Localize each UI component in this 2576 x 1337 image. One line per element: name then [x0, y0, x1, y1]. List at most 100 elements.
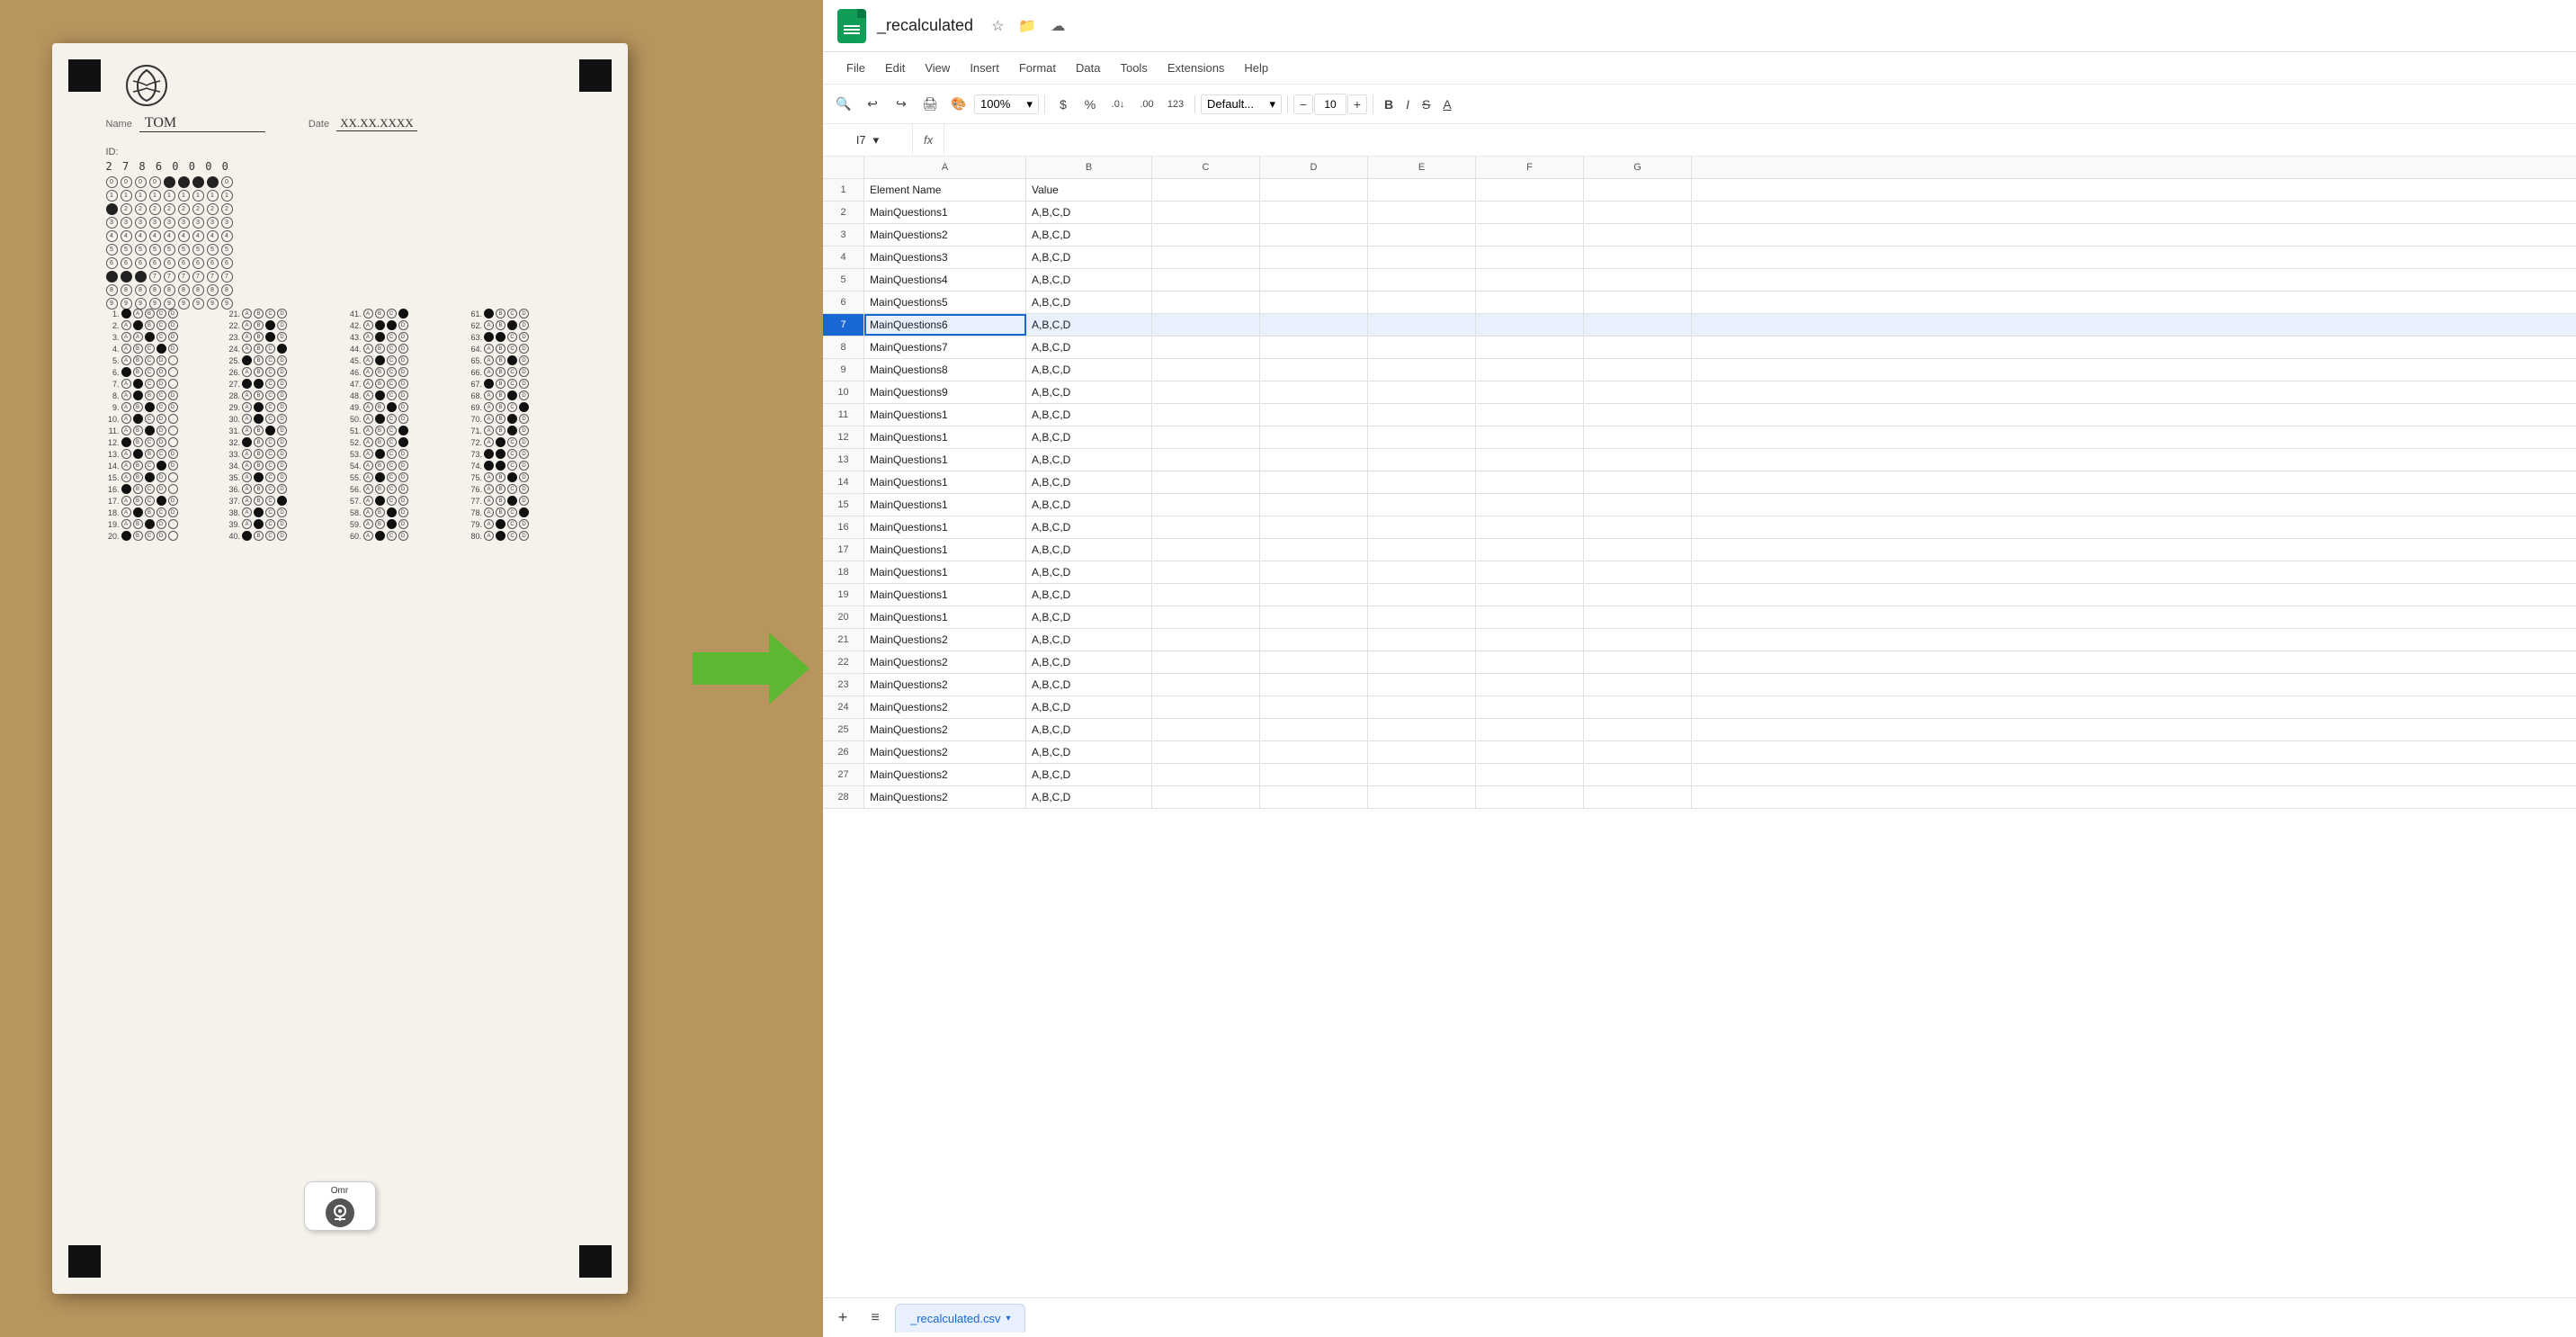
decimal-inc-btn[interactable]: .00 — [1133, 91, 1160, 118]
cell-d[interactable] — [1260, 516, 1368, 538]
cell-g[interactable] — [1584, 674, 1692, 695]
table-row[interactable]: 2MainQuestions1A,B,C,D — [823, 202, 2576, 224]
cell-c[interactable] — [1152, 381, 1260, 403]
cell-a[interactable]: MainQuestions2 — [864, 651, 1026, 673]
cell-c[interactable] — [1152, 314, 1260, 336]
cell-b[interactable]: A,B,C,D — [1026, 404, 1152, 426]
cell-e[interactable] — [1368, 606, 1476, 628]
cell-d[interactable] — [1260, 674, 1368, 695]
menu-insert[interactable]: Insert — [961, 58, 1008, 78]
cell-f[interactable] — [1476, 651, 1584, 673]
cell-a[interactable]: MainQuestions1 — [864, 561, 1026, 583]
cell-e[interactable] — [1368, 292, 1476, 313]
cell-f[interactable] — [1476, 359, 1584, 381]
cell-e[interactable] — [1368, 719, 1476, 740]
cell-c[interactable] — [1152, 494, 1260, 516]
omr-app-icon[interactable]: Omr — [304, 1181, 376, 1231]
table-row[interactable]: 3MainQuestions2A,B,C,D — [823, 224, 2576, 247]
cell-f[interactable] — [1476, 741, 1584, 763]
cell-e[interactable] — [1368, 696, 1476, 718]
cell-g[interactable] — [1584, 179, 1692, 201]
cell-f[interactable] — [1476, 516, 1584, 538]
cell-g[interactable] — [1584, 359, 1692, 381]
cell-c[interactable] — [1152, 404, 1260, 426]
cell-g[interactable] — [1584, 404, 1692, 426]
zoom-control[interactable]: 100% ▾ — [974, 94, 1039, 114]
cell-d[interactable] — [1260, 381, 1368, 403]
menu-tools[interactable]: Tools — [1111, 58, 1156, 78]
cell-g[interactable] — [1584, 741, 1692, 763]
cell-c[interactable] — [1152, 584, 1260, 606]
cell-b[interactable]: A,B,C,D — [1026, 629, 1152, 651]
cell-a[interactable]: MainQuestions1 — [864, 494, 1026, 516]
col-header-e[interactable]: E — [1368, 157, 1476, 178]
cell-b[interactable]: A,B,C,D — [1026, 741, 1152, 763]
cell-d[interactable] — [1260, 696, 1368, 718]
cell-e[interactable] — [1368, 381, 1476, 403]
table-row[interactable]: 1Element NameValue — [823, 179, 2576, 202]
table-row[interactable]: 15MainQuestions1A,B,C,D — [823, 494, 2576, 516]
cell-d[interactable] — [1260, 269, 1368, 291]
table-row[interactable]: 23MainQuestions2A,B,C,D — [823, 674, 2576, 696]
table-row[interactable]: 28MainQuestions2A,B,C,D — [823, 786, 2576, 809]
cell-a[interactable]: MainQuestions2 — [864, 719, 1026, 740]
cell-b[interactable]: A,B,C,D — [1026, 516, 1152, 538]
add-sheet-btn[interactable]: + — [830, 1306, 855, 1331]
cell-f[interactable] — [1476, 494, 1584, 516]
cell-c[interactable] — [1152, 426, 1260, 448]
cell-e[interactable] — [1368, 336, 1476, 358]
cell-e[interactable] — [1368, 471, 1476, 493]
cell-a[interactable]: MainQuestions2 — [864, 674, 1026, 695]
cell-c[interactable] — [1152, 247, 1260, 268]
menu-data[interactable]: Data — [1067, 58, 1109, 78]
underline-btn[interactable]: A — [1437, 92, 1456, 117]
cell-e[interactable] — [1368, 539, 1476, 561]
cell-b[interactable]: A,B,C,D — [1026, 359, 1152, 381]
cell-b[interactable]: A,B,C,D — [1026, 719, 1152, 740]
cell-g[interactable] — [1584, 426, 1692, 448]
cell-c[interactable] — [1152, 292, 1260, 313]
cell-g[interactable] — [1584, 719, 1692, 740]
cell-c[interactable] — [1152, 651, 1260, 673]
cell-b[interactable]: A,B,C,D — [1026, 786, 1152, 808]
table-row[interactable]: 13MainQuestions1A,B,C,D — [823, 449, 2576, 471]
table-row[interactable]: 6MainQuestions5A,B,C,D — [823, 292, 2576, 314]
table-row[interactable]: 8MainQuestions7A,B,C,D — [823, 336, 2576, 359]
cell-b[interactable]: A,B,C,D — [1026, 292, 1152, 313]
sheet-menu-btn[interactable]: ≡ — [863, 1306, 888, 1331]
cell-f[interactable] — [1476, 404, 1584, 426]
cell-d[interactable] — [1260, 719, 1368, 740]
cell-e[interactable] — [1368, 269, 1476, 291]
cell-d[interactable] — [1260, 561, 1368, 583]
cell-g[interactable] — [1584, 561, 1692, 583]
cell-d[interactable] — [1260, 629, 1368, 651]
cell-b[interactable]: A,B,C,D — [1026, 696, 1152, 718]
cell-g[interactable] — [1584, 764, 1692, 785]
cell-a[interactable]: MainQuestions2 — [864, 786, 1026, 808]
table-row[interactable]: 14MainQuestions1A,B,C,D — [823, 471, 2576, 494]
paint-format-btn[interactable]: 🎨 — [945, 91, 972, 118]
number-format-btn[interactable]: 123 — [1162, 91, 1189, 118]
cell-f[interactable] — [1476, 336, 1584, 358]
cell-b[interactable]: A,B,C,D — [1026, 269, 1152, 291]
cell-g[interactable] — [1584, 786, 1692, 808]
cell-c[interactable] — [1152, 516, 1260, 538]
cell-g[interactable] — [1584, 696, 1692, 718]
cell-e[interactable] — [1368, 764, 1476, 785]
cell-e[interactable] — [1368, 494, 1476, 516]
undo-btn[interactable]: ↩ — [859, 91, 886, 118]
cell-d[interactable] — [1260, 179, 1368, 201]
font-size-increase-btn[interactable]: + — [1347, 94, 1367, 114]
col-header-f[interactable]: F — [1476, 157, 1584, 178]
cell-e[interactable] — [1368, 561, 1476, 583]
print-btn[interactable]: 🖨 — [917, 91, 944, 118]
cell-b[interactable]: A,B,C,D — [1026, 584, 1152, 606]
cell-d[interactable] — [1260, 292, 1368, 313]
table-row[interactable]: 20MainQuestions1A,B,C,D — [823, 606, 2576, 629]
cell-a[interactable]: Element Name — [864, 179, 1026, 201]
cell-e[interactable] — [1368, 224, 1476, 246]
cell-b[interactable]: A,B,C,D — [1026, 494, 1152, 516]
col-header-g[interactable]: G — [1584, 157, 1692, 178]
cell-b[interactable]: A,B,C,D — [1026, 539, 1152, 561]
cell-g[interactable] — [1584, 314, 1692, 336]
